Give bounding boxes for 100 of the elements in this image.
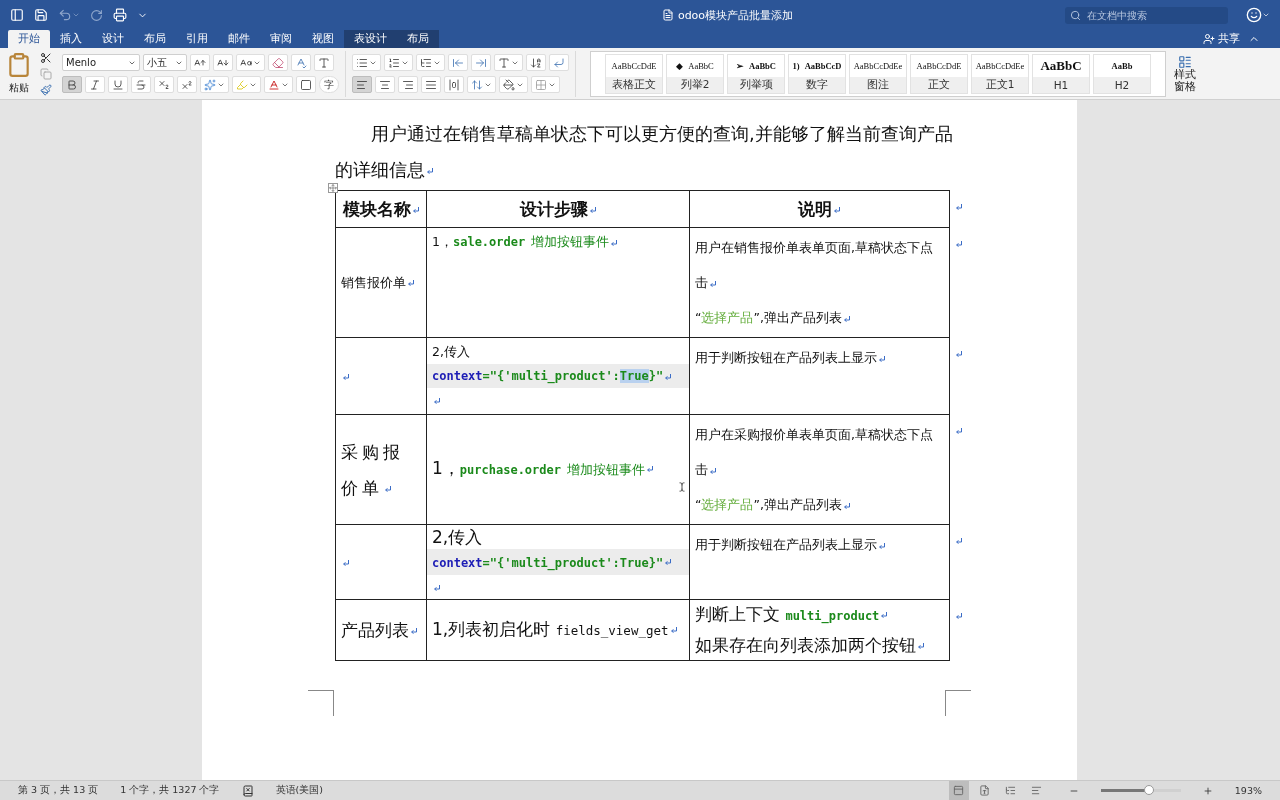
subscript-button[interactable] — [154, 76, 174, 93]
return-arrow-icon — [553, 56, 565, 69]
style-item[interactable]: AaBbC H1 — [1032, 53, 1090, 94]
style-item[interactable]: ➢ AaBbC 列举项 — [727, 53, 785, 94]
spell-check-icon — [295, 56, 307, 69]
text-effects-button[interactable] — [200, 76, 229, 93]
smiley-icon — [1246, 7, 1262, 23]
table-move-handle[interactable] — [328, 183, 338, 193]
underline-button[interactable] — [108, 76, 128, 93]
grow-font-icon — [194, 56, 206, 69]
user-plus-icon — [1203, 33, 1215, 45]
ribbon-tab[interactable]: 邮件 — [218, 30, 260, 48]
view-icon — [953, 785, 965, 796]
align-justify-button[interactable] — [421, 76, 441, 93]
align-left-button[interactable] — [352, 76, 372, 93]
enclose-char-button[interactable]: 字 — [319, 76, 339, 93]
bold-button[interactable] — [62, 76, 82, 93]
shrink-font-button[interactable] — [213, 54, 233, 71]
slider-thumb[interactable] — [1143, 785, 1154, 795]
undo-button[interactable] — [58, 8, 80, 22]
style-item[interactable]: 1) AaBbCcD 数字 — [788, 53, 846, 94]
undo-icon — [58, 8, 72, 22]
format-painter-button[interactable] — [40, 83, 52, 96]
print-button[interactable] — [113, 8, 127, 22]
italic-icon — [89, 78, 101, 91]
decrease-indent-button[interactable] — [448, 54, 468, 71]
document-icon — [661, 9, 674, 21]
proofing-icon[interactable] — [241, 784, 254, 797]
align-distributed-button[interactable] — [444, 76, 464, 93]
ribbon-tab[interactable]: 布局 — [134, 30, 176, 48]
phonetic-guide-button[interactable] — [291, 54, 311, 71]
font-size-dropdown[interactable]: 小五 — [143, 54, 187, 71]
style-item[interactable]: AaBb H2 — [1093, 53, 1151, 94]
sparkles-icon — [204, 78, 216, 91]
grow-font-button[interactable] — [190, 54, 210, 71]
redo-icon — [90, 8, 103, 22]
font-name-dropdown[interactable]: Menlo — [62, 54, 140, 71]
search-field[interactable]: 在文档中搜索 — [1065, 6, 1228, 24]
clear-format-button[interactable] — [268, 54, 288, 71]
search-icon — [1070, 9, 1081, 21]
cell-text: 用于判断按钮在产品列表上显示 — [690, 340, 949, 375]
cut-button[interactable] — [40, 51, 52, 64]
font-color-button[interactable] — [264, 76, 293, 93]
line-spacing-button[interactable] — [467, 76, 496, 93]
paste-button[interactable]: 粘贴 — [6, 52, 32, 95]
language-label: 英语(美国) — [275, 784, 323, 797]
numbering-button[interactable] — [384, 54, 413, 71]
feedback-button[interactable] — [1246, 7, 1270, 23]
style-item[interactable]: AaBbCcDdEe 正文1 — [971, 53, 1029, 94]
style-item[interactable]: AaBbCcDdEe 图注 — [849, 53, 907, 94]
ribbon-tab[interactable]: 设计 — [92, 30, 134, 48]
up-down-arrow-icon — [471, 78, 483, 91]
style-item[interactable]: AaBbCcDdE 表格正文 — [605, 53, 663, 94]
save-button[interactable] — [34, 8, 48, 22]
text-cursor-icon — [677, 482, 687, 492]
increase-indent-button[interactable] — [471, 54, 491, 71]
redo-button[interactable] — [90, 8, 103, 22]
cell-text: 1，purchase.order 增加按钮事件 — [427, 454, 689, 485]
ribbon-tab[interactable]: 视图 — [302, 30, 344, 48]
ribbon-tab[interactable]: 布局 — [397, 30, 439, 48]
print-view-button[interactable] — [948, 780, 969, 800]
cell-text: 1，sale.order 增加按钮事件 — [427, 230, 689, 254]
sort-button[interactable] — [526, 54, 546, 71]
styles-pane-button[interactable]: 样式窗格 — [1172, 54, 1198, 93]
ribbon-tab[interactable]: 开始 — [8, 30, 50, 48]
text-direction-button[interactable] — [494, 54, 523, 71]
cell-text: 采购报价单 — [340, 440, 405, 500]
style-item[interactable]: AaBbCcDdE 正文 — [910, 53, 968, 94]
superscript-button[interactable] — [177, 76, 197, 93]
bullets-button[interactable] — [352, 54, 381, 71]
cell-text: 1,列表初启化时 fields_view_get — [427, 617, 689, 643]
square-icon — [300, 78, 312, 91]
zoom-in-icon[interactable] — [1202, 785, 1213, 796]
view-icon — [1031, 785, 1043, 796]
ribbon-tab[interactable]: 插入 — [50, 30, 92, 48]
ribbon-tab[interactable]: 引用 — [176, 30, 218, 48]
share-button[interactable]: 共享 — [1195, 30, 1248, 48]
grid-icon — [535, 78, 547, 91]
clipboard-icon — [6, 52, 32, 78]
ribbon-tab[interactable]: 表设计 — [344, 30, 397, 48]
show-marks-button[interactable] — [549, 54, 569, 71]
cell-text: 产品列表 — [336, 618, 426, 642]
strikethrough-button[interactable] — [131, 76, 151, 93]
char-shading-button[interactable] — [296, 76, 316, 93]
sidebar-button[interactable] — [10, 8, 24, 22]
cell-text: 如果存在向列表添加两个按钮 — [690, 631, 949, 660]
align-center-button[interactable] — [375, 76, 395, 93]
shading-button[interactable] — [499, 76, 528, 93]
change-case-button[interactable] — [236, 54, 265, 71]
multilevel-list-button[interactable] — [416, 54, 445, 71]
crop-mark — [308, 690, 334, 716]
text-border-button[interactable] — [314, 54, 334, 71]
align-right-button[interactable] — [398, 76, 418, 93]
ribbon-tab[interactable]: 审阅 — [260, 30, 302, 48]
borders-button[interactable] — [531, 76, 560, 93]
style-item[interactable]: ◆ AaBbC 列举2 — [666, 53, 724, 94]
paintbrush-icon — [40, 83, 52, 96]
arrow-right-icon — [475, 56, 487, 69]
cell-text: 用户在采购报价单表单页面,草稿状态下点击 — [694, 426, 934, 479]
italic-button[interactable] — [85, 76, 105, 93]
